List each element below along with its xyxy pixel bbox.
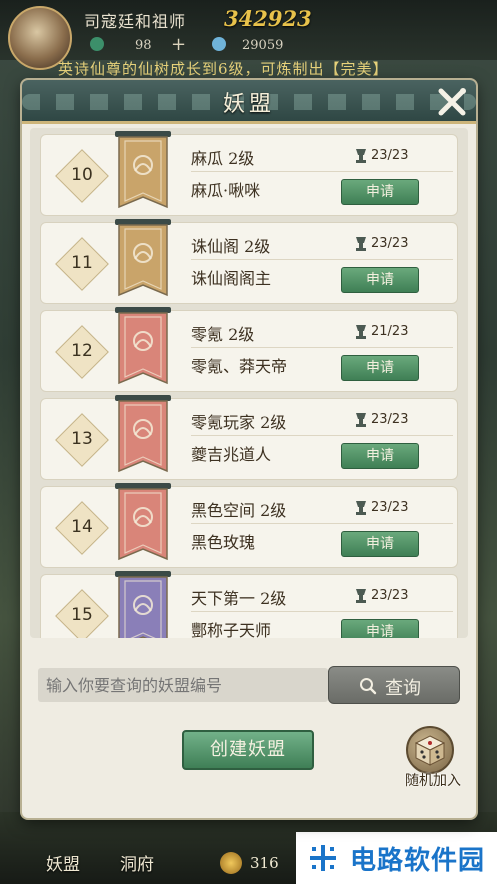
guild-card: 12 零氪 2级零氪、莽天帝 21/23 申请 [40,307,458,392]
guild-leader: 酆称子天师 [191,621,272,638]
guild-name: 天下第一 2级 [191,589,287,608]
member-count: 23/23 [371,236,409,251]
rank-number: 13 [71,429,93,449]
nav-guild[interactable]: 妖盟 [46,850,80,875]
watermark-text: 电路软件园 [350,845,486,876]
member-count: 23/23 [371,412,409,427]
rank-number: 11 [71,253,93,273]
player-name: 司寇廷和祖师 [84,12,187,31]
guild-card: 10 麻瓜 2级麻瓜·啾咪 23/23 申请 [40,131,458,216]
panel-title: 妖盟 [222,92,275,117]
random-join-label: 随机加入 [405,773,461,789]
nav-cave[interactable]: 洞府 [120,850,154,875]
rank-number: 14 [71,517,93,537]
card-divider [191,171,453,172]
guild-name: 诛仙阁 2级 [191,237,271,256]
guild-banner-icon [115,483,171,561]
members-icon [356,237,366,251]
guild-card: 15 天下第一 2级 酆称子天师 23/23 申请 [40,571,458,638]
member-count: 23/23 [371,588,409,603]
card-divider [191,259,453,260]
guild-leader: 诛仙阁阁主 [191,269,272,288]
guild-card: 11 诛仙阁 2级 诛仙阁阁主 23/23 申请 [40,219,458,304]
close-button[interactable] [432,82,472,122]
stat-a-value: 98 [135,38,152,53]
member-count: 21/23 [371,324,409,339]
rank-number: 10 [71,165,93,185]
watermark-logo-icon [306,841,340,875]
query-button-label: 查询 [385,678,421,699]
member-count: 23/23 [371,148,409,163]
guild-name: 黑色空间 2级 [191,501,287,520]
panel-header: 妖盟 [22,80,476,124]
guild-list[interactable]: 10 麻瓜 2级 麻瓜·啾咪 23/23 申请 11 诛仙阁 2级 诛仙阁阁主 23/23 申请 1… [30,128,468,638]
members-icon [356,589,366,603]
guild-name: 零氪玩家 2级 [191,413,287,432]
jade-icon [90,37,104,51]
apply-button[interactable]: 申请 [341,355,419,381]
dice-icon [406,726,454,774]
apply-button[interactable]: 申请 [341,179,419,205]
announcement-marquee: 英诗仙尊的仙树成长到6级，可炼制出【完美】 [58,60,389,78]
add-stat-button[interactable]: + [171,34,186,55]
members-icon [356,413,366,427]
stat-b-value: 29059 [242,38,284,53]
guild-leader: 夔吉兆道人 [191,445,272,464]
coin-icon [220,852,242,874]
member-count: 23/23 [371,500,409,515]
card-divider [191,523,453,524]
card-divider [191,611,453,612]
rank-number: 12 [71,341,93,361]
guild-card: 14 黑色空间 2级 黑色玫瑰 23/23 申请 [40,483,458,568]
site-watermark: 电路软件园 [296,832,497,884]
guild-leader: 零氪、莽天帝 [191,357,288,376]
rank-number: 15 [71,605,93,625]
apply-button[interactable]: 申请 [341,531,419,557]
close-icon [438,88,466,116]
guild-search-input[interactable] [38,668,328,702]
guild-name: 麻瓜 2级 [191,149,255,168]
members-icon [356,501,366,515]
guild-banner-icon [115,571,171,638]
guild-banner-icon [115,395,171,473]
search-icon [360,678,377,695]
guild-banner-icon [115,219,171,297]
apply-button[interactable]: 申请 [341,443,419,469]
guild-name: 零氪 2级 [191,325,255,344]
guild-leader: 黑色玫瑰 [191,533,256,552]
query-button[interactable]: 查询 [328,666,460,704]
members-icon [356,325,366,339]
card-divider [191,435,453,436]
crystal-icon [212,37,226,51]
members-icon [356,149,366,163]
guild-banner-icon [115,307,171,385]
guild-leader: 麻瓜·啾咪 [191,181,261,200]
apply-button[interactable]: 申请 [341,267,419,293]
guild-panel: 妖盟 10 麻瓜 2级麻瓜·啾咪 23/23 申请 11 诛仙阁 2级 诛仙阁阁主 23/23… [22,80,476,818]
random-join-button[interactable]: 随机加入 [398,722,468,792]
top-hud: 司寇廷和祖师 342923 98 + 29059 [0,0,497,70]
coin-value: 316 [250,854,279,872]
apply-button[interactable]: 申请 [341,619,419,638]
create-guild-button[interactable]: 创建妖盟 [182,730,314,770]
card-divider [191,347,453,348]
guild-banner-icon [115,131,171,209]
guild-card: 13 零氪玩家 2级 夔吉兆道人 23/23 申请 [40,395,458,480]
combat-power: 342923 [224,6,312,31]
